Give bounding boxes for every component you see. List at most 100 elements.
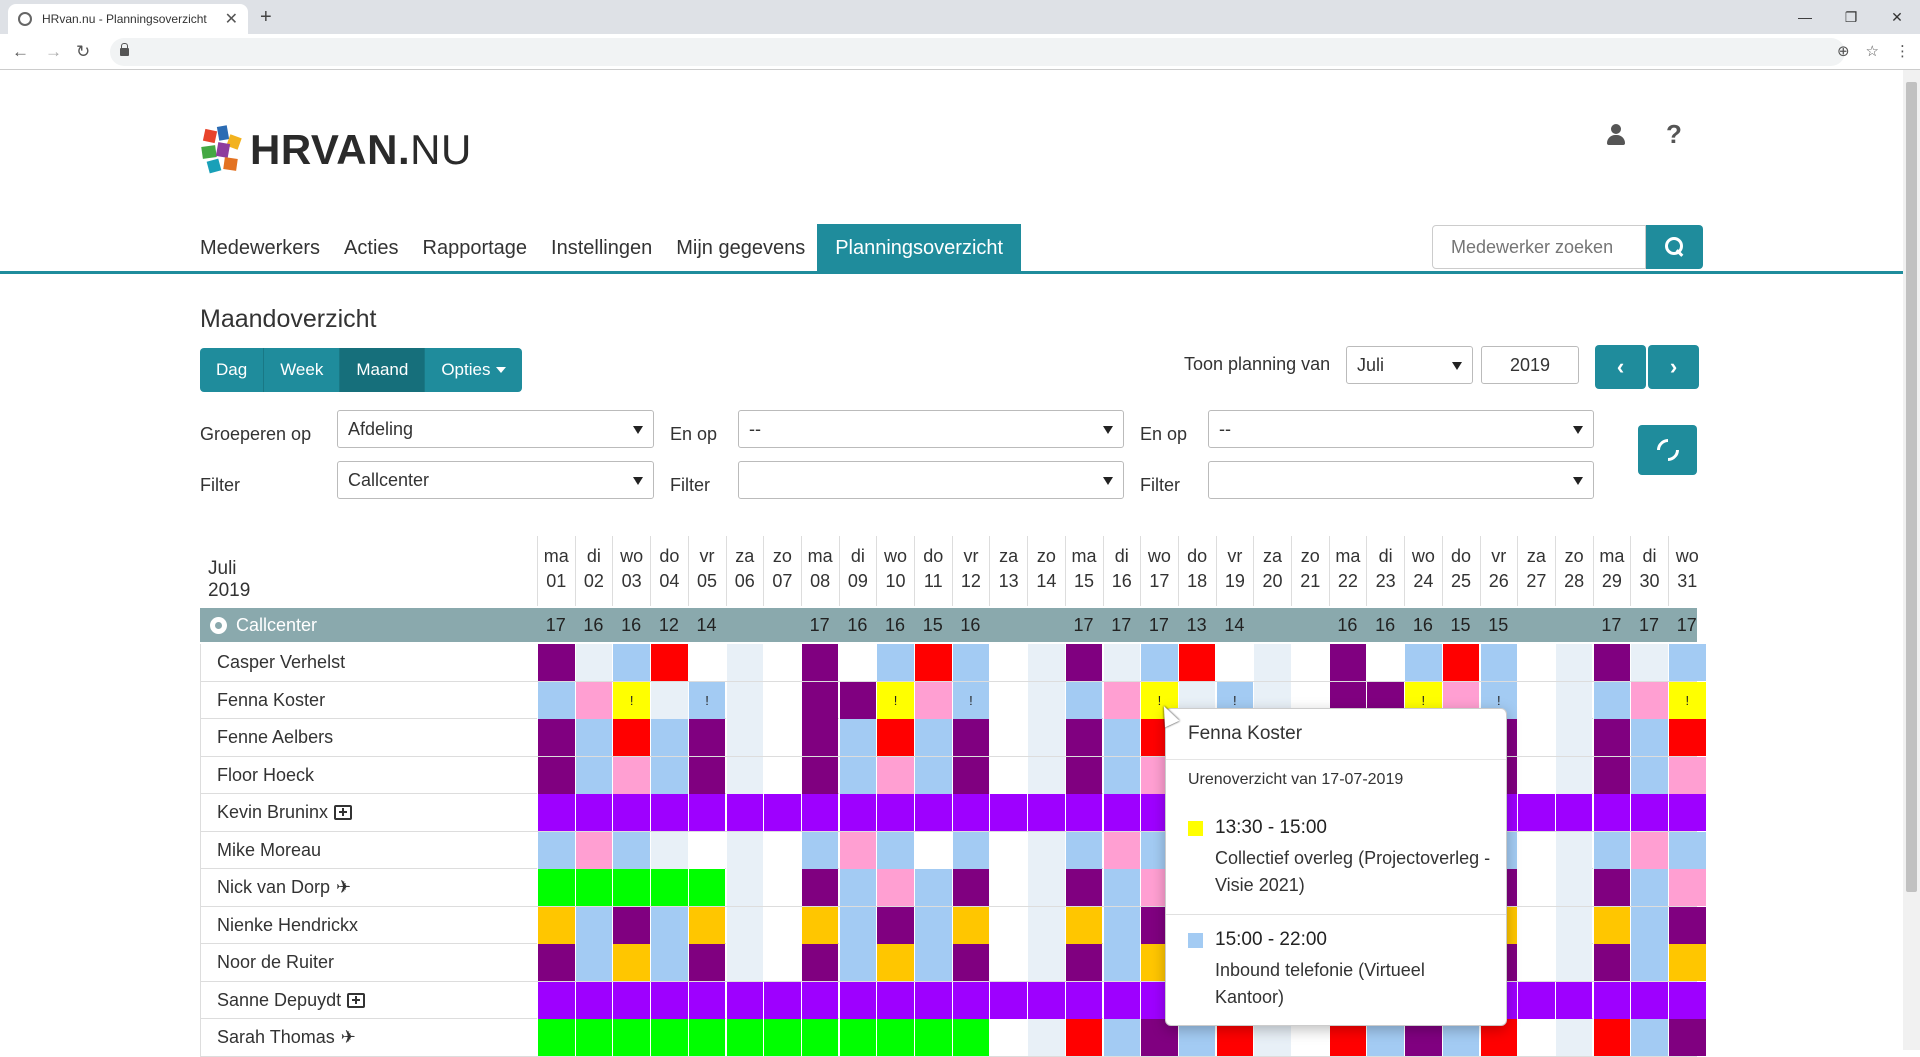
schedule-cell[interactable] bbox=[1291, 644, 1329, 681]
schedule-cell[interactable] bbox=[1064, 681, 1103, 719]
schedule-cell[interactable]: ! bbox=[1668, 681, 1706, 719]
schedule-cell[interactable] bbox=[1102, 906, 1140, 944]
schedule-cell[interactable] bbox=[989, 794, 1027, 831]
schedule-cell[interactable] bbox=[650, 906, 688, 944]
schedule-cell[interactable] bbox=[537, 869, 575, 906]
view-opties-button[interactable]: Opties bbox=[425, 348, 523, 392]
schedule-cell[interactable] bbox=[1554, 831, 1593, 869]
schedule-cell[interactable] bbox=[1668, 981, 1706, 1019]
employee-name[interactable]: Fenne Aelbers bbox=[217, 727, 333, 748]
schedule-cell[interactable] bbox=[838, 794, 877, 831]
schedule-cell[interactable] bbox=[1592, 756, 1631, 794]
view-dag-button[interactable]: Dag bbox=[200, 348, 265, 392]
schedule-cell[interactable] bbox=[1064, 756, 1103, 794]
schedule-cell[interactable] bbox=[1517, 644, 1555, 681]
zoom-icon[interactable]: ⊕ bbox=[1837, 42, 1850, 60]
schedule-cell[interactable] bbox=[1630, 1019, 1668, 1056]
month-select[interactable]: Juli bbox=[1346, 346, 1473, 384]
schedule-cell[interactable] bbox=[650, 1019, 688, 1056]
schedule-cell[interactable] bbox=[1554, 756, 1593, 794]
employee-name[interactable]: Sanne Depuydt bbox=[217, 990, 366, 1011]
schedule-cell[interactable] bbox=[876, 831, 914, 869]
schedule-cell[interactable] bbox=[800, 944, 839, 981]
schedule-cell[interactable] bbox=[1102, 719, 1140, 756]
schedule-cell[interactable] bbox=[537, 756, 575, 794]
schedule-cell[interactable] bbox=[574, 944, 613, 981]
browser-tab[interactable]: HRvan.nu - Planningsoverzicht ✕ bbox=[8, 4, 248, 34]
schedule-cell[interactable] bbox=[800, 981, 839, 1019]
minimize-button[interactable]: — bbox=[1782, 0, 1828, 34]
schedule-cell[interactable] bbox=[838, 681, 877, 719]
close-tab-icon[interactable]: ✕ bbox=[225, 9, 238, 29]
schedule-cell[interactable] bbox=[838, 944, 877, 981]
schedule-cell[interactable] bbox=[1630, 644, 1668, 681]
schedule-cell[interactable] bbox=[1102, 944, 1140, 981]
schedule-cell[interactable] bbox=[612, 869, 650, 906]
schedule-cell[interactable] bbox=[687, 719, 726, 756]
reload-icon[interactable]: ↻ bbox=[76, 42, 90, 62]
schedule-cell[interactable] bbox=[612, 831, 650, 869]
schedule-cell[interactable] bbox=[1064, 1019, 1103, 1056]
nav-instellingen[interactable]: Instellingen bbox=[539, 224, 664, 272]
schedule-cell[interactable] bbox=[1102, 981, 1140, 1019]
hrvan-logo[interactable]: HRVAN.NU bbox=[200, 125, 472, 174]
schedule-cell[interactable] bbox=[838, 644, 877, 681]
schedule-cell[interactable] bbox=[1102, 869, 1140, 906]
schedule-cell[interactable] bbox=[1027, 906, 1065, 944]
schedule-cell[interactable] bbox=[1215, 644, 1254, 681]
schedule-cell[interactable] bbox=[725, 756, 763, 794]
schedule-cell[interactable] bbox=[951, 644, 990, 681]
schedule-cell[interactable] bbox=[838, 831, 877, 869]
schedule-cell[interactable] bbox=[1554, 869, 1593, 906]
filter-select-2[interactable] bbox=[738, 461, 1124, 499]
schedule-cell[interactable] bbox=[951, 719, 990, 756]
schedule-cell[interactable] bbox=[1592, 869, 1631, 906]
schedule-cell[interactable] bbox=[951, 756, 990, 794]
schedule-cell[interactable] bbox=[1517, 719, 1555, 756]
schedule-cell[interactable] bbox=[838, 906, 877, 944]
schedule-cell[interactable] bbox=[537, 831, 575, 869]
schedule-cell[interactable] bbox=[725, 906, 763, 944]
next-month-button[interactable]: › bbox=[1648, 345, 1699, 389]
schedule-cell[interactable] bbox=[763, 831, 801, 869]
schedule-cell[interactable]: ! bbox=[876, 681, 914, 719]
schedule-cell[interactable] bbox=[1027, 644, 1065, 681]
schedule-cell[interactable] bbox=[876, 644, 914, 681]
schedule-cell[interactable] bbox=[989, 944, 1027, 981]
schedule-cell[interactable] bbox=[1630, 719, 1668, 756]
group-by-select[interactable]: Afdeling bbox=[337, 410, 654, 448]
schedule-cell[interactable] bbox=[1668, 944, 1706, 981]
schedule-cell[interactable] bbox=[1517, 1019, 1555, 1056]
schedule-cell[interactable] bbox=[574, 981, 613, 1019]
schedule-cell[interactable] bbox=[537, 794, 575, 831]
schedule-cell[interactable] bbox=[800, 719, 839, 756]
schedule-cell[interactable] bbox=[1554, 794, 1593, 831]
schedule-cell[interactable] bbox=[725, 644, 763, 681]
schedule-cell[interactable] bbox=[800, 644, 839, 681]
schedule-cell[interactable] bbox=[1140, 644, 1178, 681]
schedule-cell[interactable] bbox=[650, 981, 688, 1019]
schedule-cell[interactable] bbox=[1592, 1019, 1631, 1056]
schedule-cell[interactable] bbox=[1027, 719, 1065, 756]
schedule-cell[interactable] bbox=[914, 831, 952, 869]
schedule-cell[interactable] bbox=[612, 756, 650, 794]
schedule-cell[interactable] bbox=[1554, 981, 1593, 1019]
schedule-cell[interactable] bbox=[763, 794, 801, 831]
schedule-cell[interactable] bbox=[838, 719, 877, 756]
schedule-cell[interactable] bbox=[650, 869, 688, 906]
schedule-cell[interactable] bbox=[612, 981, 650, 1019]
schedule-cell[interactable] bbox=[725, 831, 763, 869]
schedule-cell[interactable] bbox=[650, 756, 688, 794]
schedule-cell[interactable] bbox=[876, 756, 914, 794]
nav-rapportage[interactable]: Rapportage bbox=[411, 224, 540, 272]
schedule-cell[interactable] bbox=[650, 944, 688, 981]
schedule-cell[interactable] bbox=[687, 869, 726, 906]
schedule-cell[interactable] bbox=[612, 719, 650, 756]
schedule-cell[interactable] bbox=[763, 869, 801, 906]
schedule-cell[interactable] bbox=[1102, 681, 1140, 719]
schedule-cell[interactable] bbox=[1027, 1019, 1065, 1056]
schedule-cell[interactable] bbox=[1592, 644, 1631, 681]
schedule-cell[interactable] bbox=[800, 906, 839, 944]
schedule-cell[interactable] bbox=[1517, 831, 1555, 869]
schedule-cell[interactable] bbox=[1554, 944, 1593, 981]
